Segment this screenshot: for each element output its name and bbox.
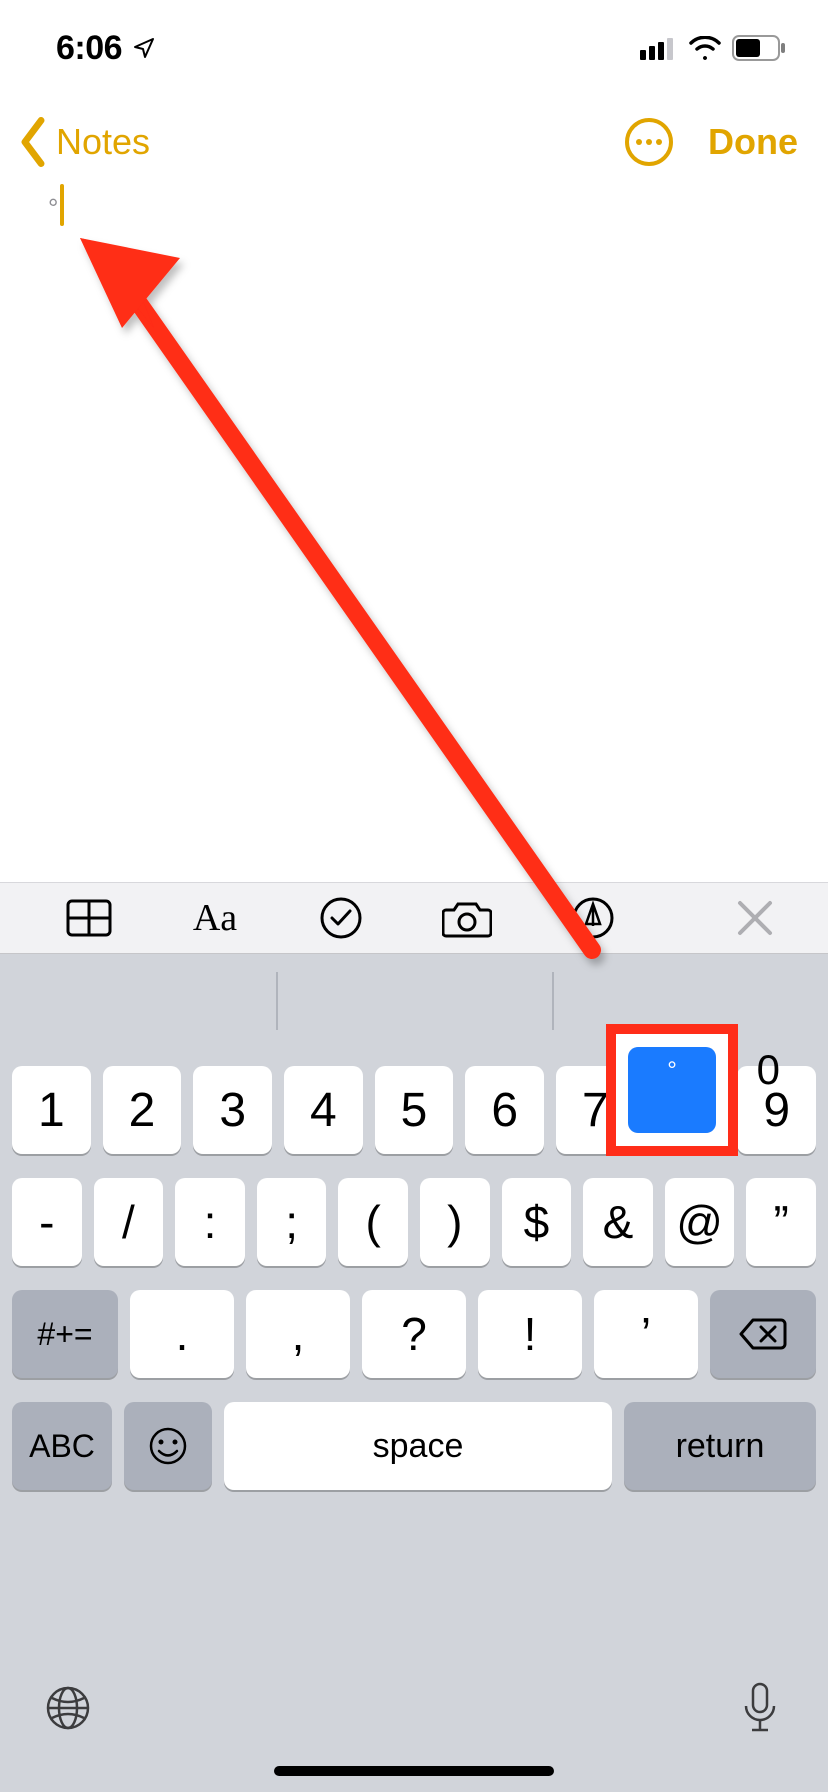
text-format-label: Aa <box>193 896 237 940</box>
camera-button[interactable] <box>442 893 492 943</box>
table-button[interactable] <box>64 893 114 943</box>
key-at[interactable]: @ <box>665 1178 735 1266</box>
key-dollar[interactable]: $ <box>502 1178 572 1266</box>
key-6[interactable]: 6 <box>465 1066 544 1154</box>
text-format-button[interactable]: Aa <box>190 893 240 943</box>
key-symbols-shift-label: #+= <box>37 1316 92 1353</box>
key-colon-label: : <box>204 1195 217 1249</box>
suggestion-1[interactable] <box>276 954 552 1048</box>
globe-icon <box>44 1684 92 1732</box>
key-popup-highlight: ° <box>606 1024 738 1156</box>
key-colon[interactable]: : <box>175 1178 245 1266</box>
key-abc[interactable]: ABC <box>12 1402 112 1490</box>
key-comma[interactable]: , <box>246 1290 350 1378</box>
key-return[interactable]: return <box>624 1402 816 1490</box>
location-icon <box>132 36 156 60</box>
key-abc-label: ABC <box>29 1428 95 1465</box>
key-space[interactable]: space <box>224 1402 612 1490</box>
globe-button[interactable] <box>40 1680 96 1736</box>
key-2[interactable]: 2 <box>103 1066 182 1154</box>
nav-right: Done <box>624 117 798 167</box>
key-backspace[interactable] <box>710 1290 816 1378</box>
key-5[interactable]: 5 <box>375 1066 454 1154</box>
format-toolbar: Aa <box>0 882 828 954</box>
key-4-label: 4 <box>310 1083 337 1138</box>
mic-icon <box>742 1682 778 1734</box>
done-button[interactable]: Done <box>708 121 798 163</box>
key-period[interactable]: . <box>130 1290 234 1378</box>
key-question-label: ? <box>401 1307 427 1361</box>
note-editor[interactable]: ° <box>0 188 828 882</box>
key-space-label: space <box>373 1427 464 1466</box>
key-apostrophe-label: ’ <box>641 1307 651 1361</box>
emoji-icon <box>148 1426 188 1466</box>
key-rparen-label: ) <box>447 1195 462 1249</box>
key-amp[interactable]: & <box>583 1178 653 1266</box>
degree-key-label: ° <box>667 1057 677 1085</box>
key-quote[interactable]: ” <box>746 1178 816 1266</box>
key-1[interactable]: 1 <box>12 1066 91 1154</box>
checklist-button[interactable] <box>316 893 366 943</box>
backspace-icon <box>739 1316 787 1352</box>
key-symbols-shift[interactable]: #+= <box>12 1290 118 1378</box>
key-2-label: 2 <box>129 1083 156 1138</box>
key-lparen[interactable]: ( <box>338 1178 408 1266</box>
back-label: Notes <box>56 121 150 163</box>
dictation-button[interactable] <box>732 1680 788 1736</box>
key-at-label: @ <box>676 1195 723 1249</box>
note-content: ° <box>48 186 58 230</box>
key-amp-label: & <box>603 1195 634 1249</box>
key-question[interactable]: ? <box>362 1290 466 1378</box>
degree-key-popup[interactable]: ° <box>628 1047 716 1133</box>
key-return-label: return <box>676 1427 765 1466</box>
key-dollar-label: $ <box>524 1195 550 1249</box>
suggestion-2-trailing: 0 <box>757 1046 780 1094</box>
key-6-label: 6 <box>491 1083 518 1138</box>
key-7-label: 7 <box>582 1083 609 1138</box>
cellular-icon <box>640 36 678 60</box>
key-lparen-label: ( <box>366 1195 381 1249</box>
key-semicolon-label: ; <box>285 1195 298 1249</box>
status-time: 6:06 <box>56 29 122 68</box>
key-row-4: ABC space return <box>8 1402 820 1490</box>
key-3-label: 3 <box>219 1083 246 1138</box>
status-right <box>640 35 788 61</box>
status-bar: 6:06 <box>0 0 828 96</box>
nav-bar: Notes Done <box>0 96 828 188</box>
keyboard: 0 ° 1 2 3 4 5 6 7 8 9 - / : ; ( ) $ <box>0 954 828 1792</box>
key-apostrophe[interactable]: ’ <box>594 1290 698 1378</box>
key-dash-label: - <box>39 1195 54 1249</box>
key-5-label: 5 <box>401 1083 428 1138</box>
home-indicator[interactable] <box>274 1766 554 1776</box>
key-emoji[interactable] <box>124 1402 212 1490</box>
key-exclaim[interactable]: ! <box>478 1290 582 1378</box>
key-3[interactable]: 3 <box>193 1066 272 1154</box>
markup-button[interactable] <box>568 893 618 943</box>
wifi-icon <box>688 36 722 60</box>
key-semicolon[interactable]: ; <box>257 1178 327 1266</box>
back-button[interactable]: Notes <box>12 115 150 169</box>
key-slash-label: / <box>122 1195 135 1249</box>
key-row-2: - / : ; ( ) $ & @ ” <box>8 1178 820 1266</box>
key-row-3: #+= . , ? ! ’ <box>8 1290 820 1378</box>
chevron-left-icon <box>12 115 54 169</box>
key-dash[interactable]: - <box>12 1178 82 1266</box>
key-rparen[interactable]: ) <box>420 1178 490 1266</box>
key-1-label: 1 <box>38 1083 65 1138</box>
text-cursor <box>60 184 64 226</box>
suggestion-0[interactable] <box>0 954 276 1048</box>
close-toolbar-button[interactable] <box>732 895 778 941</box>
key-4[interactable]: 4 <box>284 1066 363 1154</box>
key-period-label: . <box>176 1307 189 1361</box>
more-icon[interactable] <box>624 117 674 167</box>
key-exclaim-label: ! <box>524 1307 537 1361</box>
battery-icon <box>732 35 788 61</box>
key-quote-label: ” <box>773 1195 788 1249</box>
key-comma-label: , <box>292 1307 305 1361</box>
key-slash[interactable]: / <box>94 1178 164 1266</box>
status-left: 6:06 <box>56 29 156 68</box>
